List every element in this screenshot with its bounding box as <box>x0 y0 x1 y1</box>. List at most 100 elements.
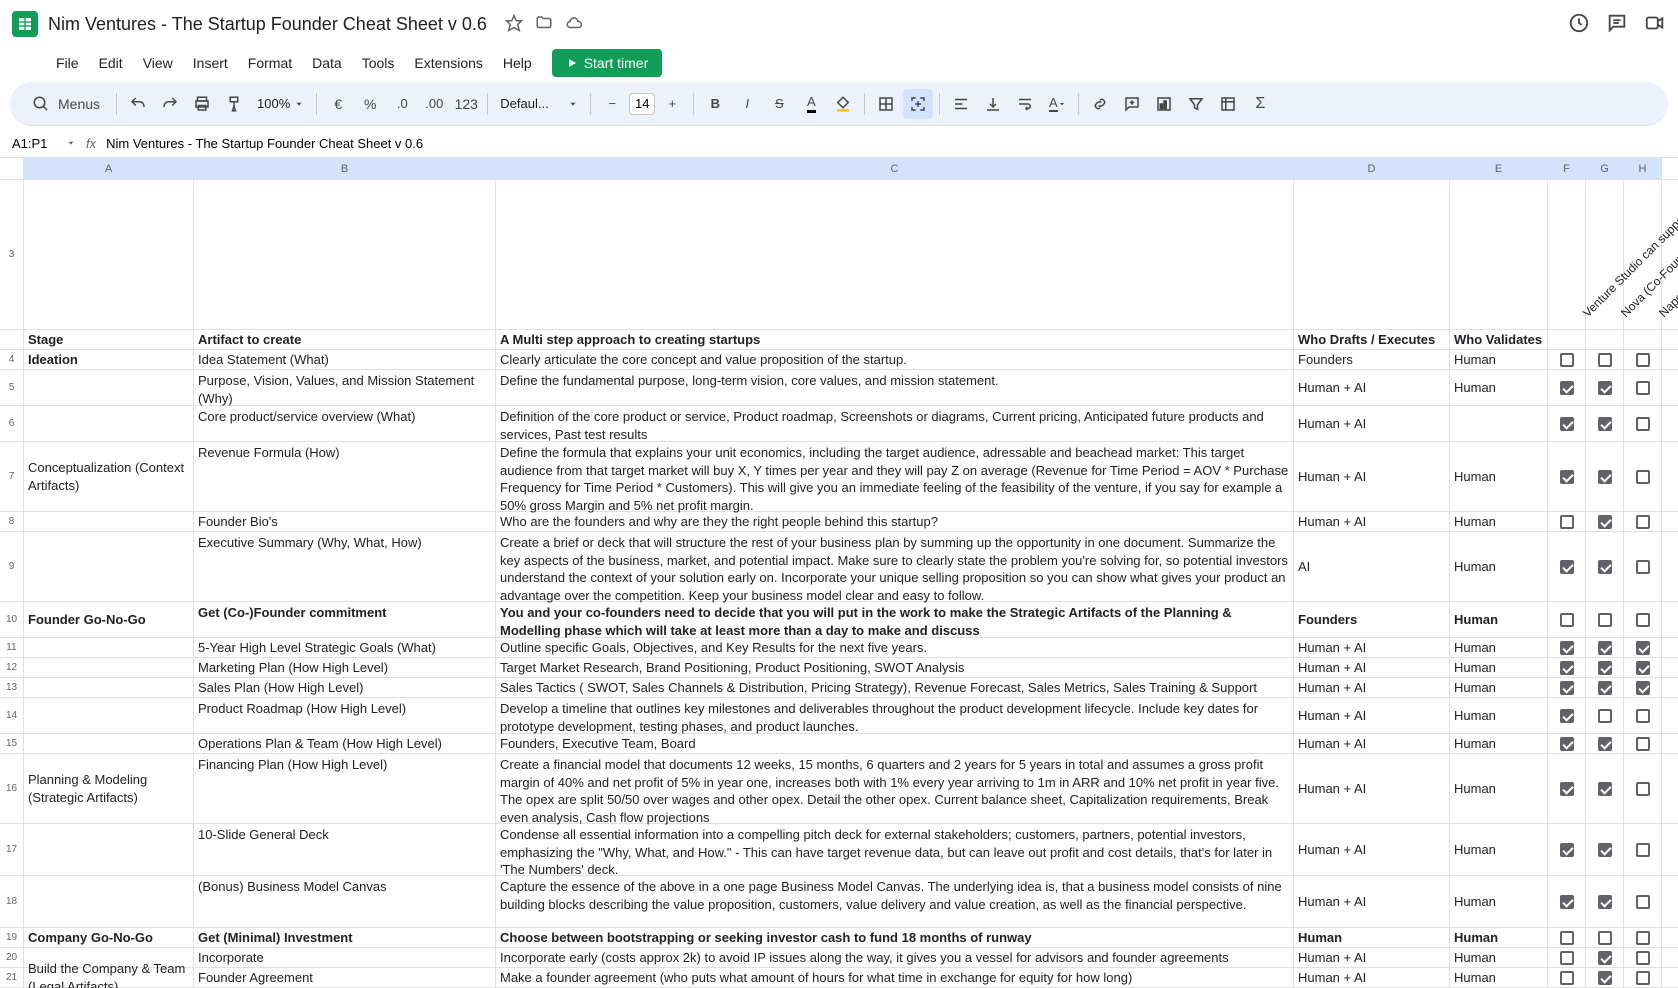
cell[interactable] <box>1586 968 1624 988</box>
row-header[interactable]: 17 <box>0 824 23 876</box>
cell[interactable]: Idea Statement (What) <box>194 350 496 370</box>
cell[interactable] <box>24 532 194 602</box>
cell[interactable]: Revenue Formula (How) <box>194 442 496 512</box>
row-header[interactable]: 15 <box>0 734 23 754</box>
start-timer-button[interactable]: Start timer <box>552 49 663 77</box>
checkbox[interactable] <box>1560 661 1574 675</box>
cell[interactable] <box>1548 406 1586 442</box>
font-dropdown[interactable]: Defaul... <box>494 96 584 111</box>
cell[interactable]: Human + AI <box>1294 968 1450 988</box>
checkbox[interactable] <box>1636 417 1650 431</box>
cell[interactable]: Founders, Executive Team, Board <box>496 734 1294 754</box>
cell[interactable]: Human <box>1450 678 1548 698</box>
checkbox[interactable] <box>1598 951 1612 965</box>
percent-button[interactable]: % <box>355 89 385 119</box>
cell[interactable]: Who Validates <box>1450 330 1548 350</box>
zoom-dropdown[interactable]: 100% <box>251 96 310 111</box>
checkbox[interactable] <box>1560 560 1574 574</box>
cell[interactable] <box>1586 698 1624 734</box>
cell[interactable] <box>1548 754 1586 824</box>
row-header[interactable]: 13 <box>0 678 23 698</box>
col-header-B[interactable]: B <box>194 158 496 179</box>
checkbox[interactable] <box>1636 843 1650 857</box>
checkbox[interactable] <box>1598 661 1612 675</box>
row-header[interactable]: 14 <box>0 698 23 734</box>
cell[interactable] <box>1624 330 1662 350</box>
cell[interactable] <box>1586 678 1624 698</box>
cell[interactable]: Executive Summary (Why, What, How) <box>194 532 496 602</box>
doc-title[interactable]: Nim Ventures - The Startup Founder Cheat… <box>48 14 487 35</box>
cell[interactable]: Define the formula that explains your un… <box>496 442 1294 512</box>
cell[interactable] <box>1586 532 1624 602</box>
cell[interactable] <box>1586 876 1624 928</box>
cell[interactable] <box>1624 350 1662 370</box>
checkbox[interactable] <box>1636 931 1650 945</box>
checkbox[interactable] <box>1598 381 1612 395</box>
cell[interactable] <box>1548 442 1586 512</box>
cell[interactable]: Financing Plan (How High Level) <box>194 754 496 824</box>
cell[interactable] <box>1624 602 1662 638</box>
increase-fontsize-button[interactable]: + <box>657 89 687 119</box>
row-header[interactable]: 12 <box>0 658 23 678</box>
name-box-dropdown[interactable] <box>66 136 76 151</box>
cell[interactable]: Sales Tactics ( SWOT, Sales Channels & D… <box>496 678 1294 698</box>
cell[interactable]: Make a founder agreement (who puts what … <box>496 968 1294 988</box>
row-header[interactable]: 11 <box>0 638 23 658</box>
cell[interactable]: Marketing Plan (How High Level) <box>194 658 496 678</box>
cell[interactable]: Human + AI <box>1294 698 1450 734</box>
checkbox[interactable] <box>1598 515 1612 529</box>
checkbox[interactable] <box>1636 782 1650 796</box>
cell[interactable] <box>1548 602 1586 638</box>
fontsize-input[interactable] <box>629 93 655 115</box>
checkbox[interactable] <box>1560 971 1574 985</box>
checkbox[interactable] <box>1636 515 1650 529</box>
cell[interactable]: Outline specific Goals, Objectives, and … <box>496 638 1294 658</box>
checkbox[interactable] <box>1636 353 1650 367</box>
borders-button[interactable] <box>871 89 901 119</box>
cell[interactable]: Human + AI <box>1294 658 1450 678</box>
cell[interactable]: Human <box>1450 512 1548 532</box>
checkbox[interactable] <box>1598 470 1612 484</box>
cell[interactable]: Founders <box>1294 602 1450 638</box>
row-header[interactable]: 8 <box>0 512 23 532</box>
cell[interactable]: Clearly articulate the core concept and … <box>496 350 1294 370</box>
cell[interactable] <box>1624 638 1662 658</box>
cell[interactable]: 10-Slide General Deck <box>194 824 496 876</box>
cell[interactable] <box>1548 330 1586 350</box>
cell[interactable]: Product Roadmap (How High Level) <box>194 698 496 734</box>
cell[interactable]: Stage <box>24 330 194 350</box>
cell[interactable]: Human <box>1450 948 1548 968</box>
italic-button[interactable]: I <box>732 89 762 119</box>
cell[interactable]: Founder Agreement <box>194 968 496 988</box>
cell[interactable]: Human <box>1450 442 1548 512</box>
link-button[interactable] <box>1085 89 1115 119</box>
checkbox[interactable] <box>1598 895 1612 909</box>
checkbox[interactable] <box>1598 709 1612 723</box>
cell[interactable] <box>1586 948 1624 968</box>
cell[interactable] <box>1548 734 1586 754</box>
checkbox[interactable] <box>1560 681 1574 695</box>
cell[interactable] <box>1624 948 1662 968</box>
col-header-C[interactable]: C <box>496 158 1294 179</box>
cell[interactable]: Target Market Research, Brand Positionin… <box>496 658 1294 678</box>
history-icon[interactable] <box>1568 12 1590 37</box>
menu-help[interactable]: Help <box>495 51 540 75</box>
cell[interactable]: Who Drafts / Executes <box>1294 330 1450 350</box>
checkbox[interactable] <box>1636 681 1650 695</box>
cell[interactable] <box>1586 658 1624 678</box>
checkbox[interactable] <box>1598 613 1612 627</box>
decrease-decimal-button[interactable]: .0 <box>387 89 417 119</box>
checkbox[interactable] <box>1636 470 1650 484</box>
cell[interactable]: Founder Bio's <box>194 512 496 532</box>
cell[interactable] <box>1624 698 1662 734</box>
row-header[interactable] <box>0 330 23 350</box>
checkbox[interactable] <box>1636 661 1650 675</box>
cell[interactable]: Incorporate <box>194 948 496 968</box>
checkbox[interactable] <box>1598 641 1612 655</box>
menu-edit[interactable]: Edit <box>91 51 131 75</box>
checkbox[interactable] <box>1636 709 1650 723</box>
cell[interactable] <box>1294 180 1450 330</box>
cell[interactable] <box>1548 532 1586 602</box>
checkbox[interactable] <box>1560 353 1574 367</box>
row-header[interactable]: 6 <box>0 406 23 442</box>
